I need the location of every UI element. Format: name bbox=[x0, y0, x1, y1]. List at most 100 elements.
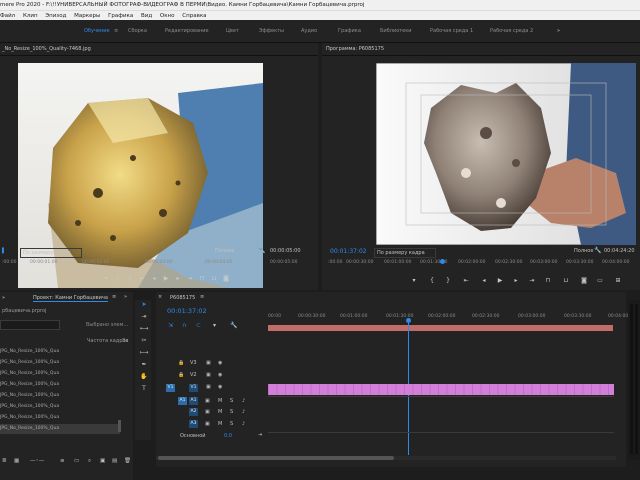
hand-tool-icon[interactable]: ✋ bbox=[139, 372, 149, 382]
timeline-settings-icon[interactable]: 🔧 bbox=[230, 322, 237, 329]
scrollbar[interactable] bbox=[118, 420, 121, 432]
track-label-a1[interactable]: A1 bbox=[189, 397, 198, 405]
play-icon[interactable]: ▶ bbox=[162, 275, 170, 283]
sort-icon[interactable]: ≡ bbox=[60, 458, 65, 464]
workspace-audio[interactable]: Аудио bbox=[301, 20, 317, 42]
workspace-editing[interactable]: Редактирование bbox=[165, 20, 209, 42]
track-label-a3[interactable]: A3 bbox=[189, 420, 198, 428]
type-tool-icon[interactable]: T bbox=[139, 384, 149, 394]
pen-tool-icon[interactable]: ✒ bbox=[139, 360, 149, 370]
step-forward-icon[interactable]: ▸ bbox=[512, 277, 520, 285]
sync-lock-icon[interactable]: ▣ bbox=[205, 421, 210, 427]
linked-selection-icon[interactable]: ⊂ bbox=[196, 322, 201, 329]
project-tab[interactable]: Проект: Камни Горбацевича bbox=[33, 295, 108, 302]
mark-in-icon[interactable]: { bbox=[428, 277, 436, 285]
eye-icon[interactable]: ◉ bbox=[218, 372, 222, 378]
delete-icon[interactable]: 🗑 bbox=[124, 458, 131, 464]
list-view-icon[interactable]: ≣ bbox=[2, 458, 7, 464]
sync-lock-icon[interactable]: ▣ bbox=[206, 384, 211, 390]
automate-icon[interactable]: ▭ bbox=[74, 458, 79, 464]
mark-out-icon[interactable]: } bbox=[444, 277, 452, 285]
sync-lock-icon[interactable]: ▣ bbox=[205, 398, 210, 404]
workspace-libraries[interactable]: Библиотеки bbox=[380, 20, 412, 42]
program-playhead[interactable] bbox=[440, 259, 445, 264]
nest-toggle-icon[interactable]: ⇲ bbox=[168, 322, 173, 329]
compare-icon[interactable]: ▭ bbox=[596, 277, 604, 285]
overflow-icon[interactable]: » bbox=[124, 294, 127, 300]
lock-icon[interactable]: 🔒 bbox=[178, 372, 184, 378]
track-label-a2[interactable]: A2 bbox=[189, 408, 198, 416]
solo-button[interactable]: S bbox=[230, 421, 233, 427]
add-marker-icon[interactable]: ▾ bbox=[410, 277, 418, 285]
project-overflow-tab[interactable]: » bbox=[2, 295, 5, 301]
search-icon[interactable]: ⌕ bbox=[88, 458, 91, 465]
play-icon[interactable]: ▶ bbox=[496, 277, 504, 285]
timeline-scrollbar[interactable] bbox=[156, 456, 616, 460]
camera-icon[interactable]: ◙ bbox=[580, 277, 588, 285]
source-quality-dropdown[interactable]: Полное bbox=[215, 248, 234, 254]
go-to-end-icon[interactable]: ⇥ bbox=[258, 432, 262, 438]
menu-sequence[interactable]: Эпизод bbox=[45, 13, 66, 19]
panel-menu-icon[interactable]: ≡ bbox=[200, 294, 204, 300]
lock-icon[interactable]: 🔒 bbox=[178, 360, 184, 366]
workspace-graphics[interactable]: Графика bbox=[338, 20, 361, 42]
solo-button[interactable]: S bbox=[230, 409, 233, 415]
selection-tool-icon[interactable]: ➤ bbox=[139, 300, 149, 310]
ripple-edit-tool-icon[interactable]: ⟷ bbox=[139, 324, 149, 334]
microphone-icon[interactable]: ♪ bbox=[242, 421, 245, 427]
mute-button[interactable]: M bbox=[218, 398, 222, 404]
workspace-custom-1[interactable]: Рабочая среда 1 bbox=[430, 20, 473, 42]
source-monitor-tab[interactable]: _No_Resize_100%_Quality-7468.jpg bbox=[2, 46, 91, 52]
go-to-out-icon[interactable]: ⇥ bbox=[186, 275, 194, 283]
sync-lock-icon[interactable]: ▣ bbox=[206, 372, 211, 378]
zoom-slider[interactable]: —◦— bbox=[30, 458, 44, 464]
program-fit-dropdown[interactable]: По размеру кадра bbox=[374, 248, 436, 258]
list-item[interactable]: JPG_No_Resize_100%_Qua bbox=[0, 380, 120, 390]
slip-tool-icon[interactable]: ⟼ bbox=[139, 348, 149, 358]
source-patch-v1[interactable]: V1 bbox=[166, 384, 175, 392]
mark-in-icon[interactable]: { bbox=[114, 275, 122, 283]
master-volume-value[interactable]: 0.0 bbox=[224, 433, 232, 439]
program-timecode[interactable]: 00:01:37:02 bbox=[330, 248, 367, 255]
menu-clip[interactable]: Клип bbox=[23, 13, 38, 19]
workspace-learning[interactable]: Обучение bbox=[84, 20, 110, 42]
program-monitor-tab[interactable]: Программа: P6085175 bbox=[326, 46, 384, 52]
solo-button[interactable]: S bbox=[230, 398, 233, 404]
close-icon[interactable]: × bbox=[158, 294, 162, 300]
menu-markers[interactable]: Маркеры bbox=[74, 13, 100, 19]
step-forward-icon[interactable]: ▸ bbox=[174, 275, 182, 283]
list-item[interactable]: JPG_No_Resize_100%_Qua bbox=[0, 347, 120, 357]
track-label-v1[interactable]: V1 bbox=[189, 384, 198, 392]
snap-icon[interactable]: ∩ bbox=[182, 322, 186, 329]
list-item[interactable]: JPG_No_Resize_100%_Qua bbox=[0, 402, 120, 412]
list-item-selected[interactable]: JPG_No_Resize_100%_Qua bbox=[0, 424, 120, 434]
timeline-ruler[interactable]: 00:00 00:00:30:00 00:01:00:00 00:01:30:0… bbox=[268, 314, 628, 322]
sequence-tab[interactable]: P6085175 bbox=[170, 295, 195, 301]
menu-graphics[interactable]: Графика bbox=[108, 13, 133, 19]
overwrite-icon[interactable]: ⊔ bbox=[210, 275, 218, 283]
track-select-tool-icon[interactable]: ⇥ bbox=[139, 312, 149, 322]
workspace-effects[interactable]: Эффекты bbox=[259, 20, 284, 42]
timeline-timecode[interactable]: 00:01:37:02 bbox=[167, 307, 207, 315]
mute-button[interactable]: M bbox=[218, 409, 222, 415]
workspace-menu-icon[interactable]: ≡ bbox=[114, 28, 118, 34]
camera-icon[interactable]: ◙ bbox=[222, 275, 230, 283]
wrench-icon[interactable]: 🔧 bbox=[594, 247, 601, 254]
step-back-icon[interactable]: ◂ bbox=[480, 277, 488, 285]
source-fit-dropdown[interactable]: По размеру кадра bbox=[20, 248, 82, 258]
list-item[interactable]: JPG_No_Resize_100%_Qua bbox=[0, 369, 120, 379]
list-item[interactable]: JPG_No_Resize_100%_Qua bbox=[0, 413, 120, 423]
add-marker-icon[interactable]: ▾ bbox=[102, 275, 110, 283]
icon-view-icon[interactable]: ▦ bbox=[14, 458, 19, 464]
workspaces-overflow-icon[interactable]: » bbox=[557, 20, 560, 42]
sync-lock-icon[interactable]: ▣ bbox=[205, 409, 210, 415]
panel-menu-icon[interactable]: ≡ bbox=[112, 294, 116, 300]
lift-icon[interactable]: ⊓ bbox=[544, 277, 552, 285]
workspace-custom-2[interactable]: Рабочая среда 2 bbox=[490, 20, 533, 42]
go-to-in-icon[interactable]: ⇤ bbox=[462, 277, 470, 285]
vr-icon[interactable]: ⊞ bbox=[614, 277, 622, 285]
workspace-assembly[interactable]: Сборка bbox=[128, 20, 147, 42]
scrollbar-thumb[interactable] bbox=[158, 456, 394, 460]
eye-icon[interactable]: ◉ bbox=[218, 384, 222, 390]
column-short[interactable]: За bbox=[122, 338, 128, 344]
